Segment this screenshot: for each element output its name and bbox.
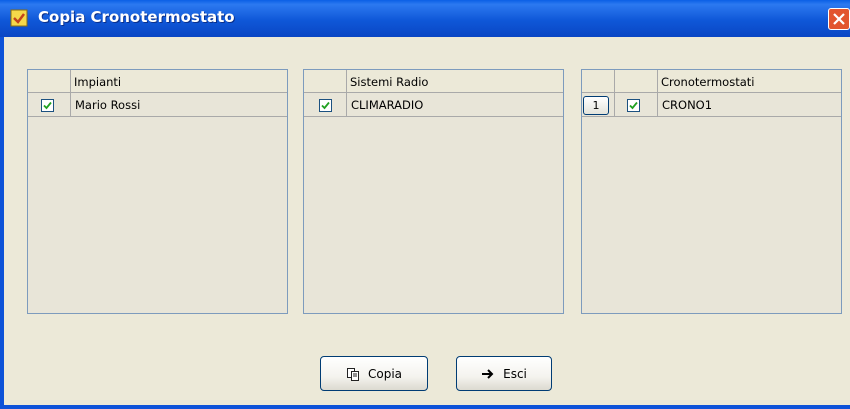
esci-label: Esci xyxy=(503,366,527,381)
esci-button[interactable]: Esci xyxy=(456,356,552,391)
impianti-checkbox[interactable] xyxy=(41,99,54,112)
check-icon xyxy=(321,101,330,110)
impianti-check-header xyxy=(28,70,71,93)
close-button[interactable] xyxy=(828,8,850,30)
check-icon xyxy=(43,101,52,110)
sistemi-name: CLIMARADIO xyxy=(351,98,424,112)
crono-check-header xyxy=(615,70,658,93)
crono-check-cell xyxy=(615,93,658,117)
sistemi-header: Sistemi Radio xyxy=(347,70,563,93)
arrow-right-icon xyxy=(482,368,494,379)
sistemi-check-cell xyxy=(304,93,347,117)
title-bar: Copia Cronotermostato xyxy=(0,0,850,37)
copia-label: Copia xyxy=(367,366,403,381)
table-row[interactable]: CLIMARADIO xyxy=(304,93,563,117)
app-icon xyxy=(10,9,28,27)
copia-button[interactable]: Copia xyxy=(320,356,428,391)
crono-name: CRONO1 xyxy=(662,98,713,112)
crono-checkbox[interactable] xyxy=(627,99,640,112)
table-row[interactable]: Mario Rossi xyxy=(28,93,287,117)
sistemi-checkbox[interactable] xyxy=(319,99,332,112)
impianti-table: Impianti Mario Rossi xyxy=(27,69,288,314)
crono-index-button[interactable]: 1 xyxy=(583,96,609,115)
crono-index-cell: 1 xyxy=(582,93,615,117)
window-frame-left xyxy=(0,37,4,409)
copy-icon xyxy=(346,367,359,381)
cronotermostati-table: Cronotermostati 1 CRONO1 xyxy=(581,69,842,314)
table-row[interactable]: 1 CRONO1 xyxy=(582,93,841,117)
sistemi-check-header xyxy=(304,70,347,93)
window-frame-bottom xyxy=(0,405,850,409)
impianti-check-cell xyxy=(28,93,71,117)
impianti-name: Mario Rossi xyxy=(75,98,141,112)
close-icon xyxy=(833,13,845,25)
window-title: Copia Cronotermostato xyxy=(38,8,235,26)
sistemi-radio-table: Sistemi Radio CLIMARADIO xyxy=(303,69,564,314)
impianti-header: Impianti xyxy=(71,70,287,93)
crono-header: Cronotermostati xyxy=(658,70,841,93)
crono-index-header xyxy=(582,70,615,93)
check-icon xyxy=(629,101,638,110)
